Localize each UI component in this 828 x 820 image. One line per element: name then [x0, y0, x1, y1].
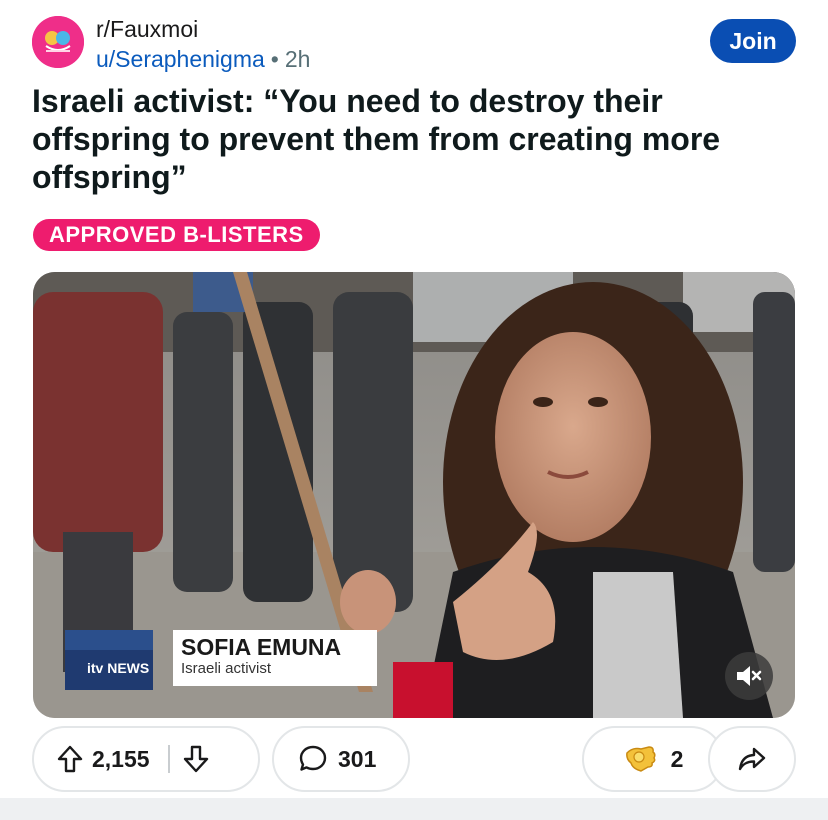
post-meta: u/Seraphenigma • 2h: [96, 46, 310, 73]
speech-bubble-icon: [299, 745, 327, 771]
award-button[interactable]: 2: [582, 726, 724, 792]
comment-count: 301: [338, 745, 377, 772]
share-button[interactable]: [708, 726, 796, 792]
lower-third-box: SOFIA EMUNA Israeli activist: [173, 630, 377, 686]
meta-separator: •: [270, 46, 279, 72]
news-logo-text: itv NEWS: [87, 660, 150, 676]
arrow-down-icon[interactable]: [182, 744, 210, 774]
post-title[interactable]: Israeli activist: “You need to destroy t…: [32, 82, 792, 196]
post-time: 2h: [284, 46, 311, 72]
video-player[interactable]: itv NEWS SOFIA EMUNA Israeli activist: [33, 272, 795, 718]
award-count: 2: [670, 745, 684, 772]
speaker-role: Israeli activist: [181, 660, 272, 677]
comments-button[interactable]: 301: [272, 726, 410, 792]
vote-divider: [167, 745, 170, 773]
award-hand-icon: [625, 746, 656, 772]
speaker-name: SOFIA EMUNA: [181, 634, 342, 660]
speaker-muted-icon: [737, 666, 762, 686]
post-flair[interactable]: APPROVED B-LISTERS: [33, 219, 320, 251]
author-link[interactable]: u/Seraphenigma: [96, 46, 265, 72]
subreddit-name[interactable]: r/Fauxmoi: [96, 16, 198, 43]
join-button[interactable]: Join: [710, 19, 796, 63]
vote-score: 2,155: [92, 745, 150, 772]
arrow-up-icon[interactable]: [56, 744, 84, 774]
post-header: r/Fauxmoi u/Seraphenigma • 2h Join: [32, 14, 796, 74]
vote-group: 2,155: [32, 726, 260, 792]
subreddit-avatar[interactable]: [32, 16, 84, 68]
feed-divider: [0, 798, 828, 820]
mute-button[interactable]: [725, 652, 773, 700]
share-arrow-icon: [738, 747, 766, 771]
post-actions: 2,155 301 2: [32, 726, 796, 792]
